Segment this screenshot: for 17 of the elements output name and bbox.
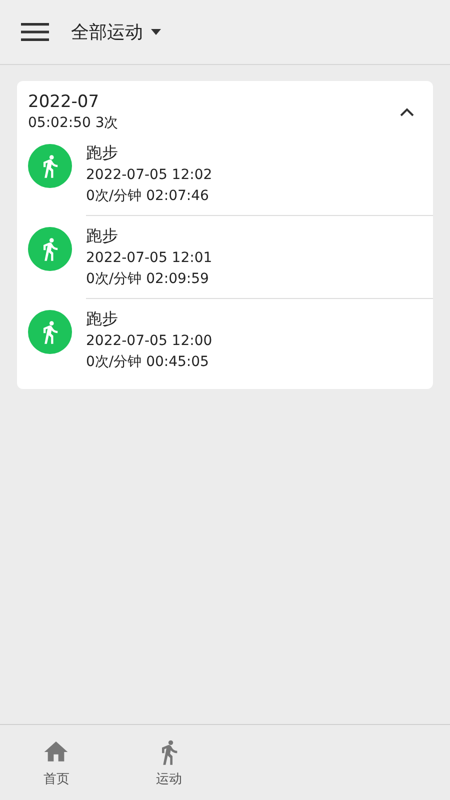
activity-stats: 0次/分钟 02:07:46: [86, 187, 210, 206]
activity-name: 跑步: [86, 142, 119, 164]
activity-time: 2022-07-05 12:01: [86, 249, 214, 268]
nav-tab[interactable]: 运动: [112, 725, 225, 800]
caret-icon: [151, 29, 161, 35]
activity-time: 2022-07-05 12:00: [86, 332, 214, 351]
activity-name: 跑步: [86, 308, 119, 330]
menu-icon[interactable]: [21, 22, 49, 42]
collapse-chevron-icon[interactable]: [399, 107, 415, 117]
activity-stats: 0次/分钟 00:45:05: [86, 353, 210, 372]
sport-filter-dropdown[interactable]: 全部运动: [71, 20, 161, 44]
activity-name: 跑步: [86, 225, 119, 247]
month-summary: 05:02:50 3次: [28, 114, 118, 133]
nav-tab[interactable]: 首页: [0, 725, 112, 800]
activity-time: 2022-07-05 12:02: [86, 166, 214, 185]
month-title: 2022-07: [28, 91, 100, 113]
activity-stats: 0次/分钟 02:09:59: [86, 270, 210, 289]
